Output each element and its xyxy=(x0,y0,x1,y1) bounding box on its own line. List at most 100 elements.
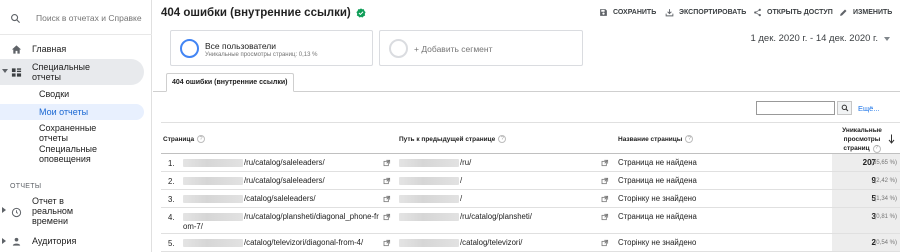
metric-percent: (1,34 %) xyxy=(874,196,897,202)
table-row[interactable]: 4. /ru/catalog/plansheti/diagonal_phone-… xyxy=(161,208,900,234)
metric-cell: 9 (2,42 %) xyxy=(832,172,900,189)
person-icon xyxy=(10,235,22,247)
sidebar-item-label: Специальные отчеты xyxy=(32,62,90,82)
table-row[interactable]: 3. /catalog/saleleaders/ / Сторінку не з… xyxy=(161,190,900,208)
search-placeholder: Поиск в отчетах и Справке xyxy=(36,13,142,23)
segment-title: Все пользователи xyxy=(205,41,276,51)
redacted-domain xyxy=(183,239,243,247)
chevron-down-icon xyxy=(884,36,890,41)
external-link-icon[interactable] xyxy=(383,239,391,247)
prev-page-path[interactable]: / xyxy=(460,194,462,203)
external-link-icon[interactable] xyxy=(383,213,391,221)
segment-all-users[interactable]: Все пользователи Уникальные просмотры ст… xyxy=(170,30,373,66)
search-icon xyxy=(841,99,849,117)
page-path[interactable]: /ru/catalog/plansheti/diagonal_phone-fr xyxy=(244,212,379,221)
sort-desc-icon[interactable] xyxy=(888,131,895,149)
sidebar-sub-label: Специальные оповещения xyxy=(39,144,97,164)
prev-page-path[interactable]: /ru/ xyxy=(460,158,471,167)
page-title-text: 404 ошибки (внутренние ссылки) xyxy=(161,7,351,19)
col-header-label: страниц xyxy=(843,145,870,152)
search-icon xyxy=(8,11,22,25)
metric-cell: 5 (1,34 %) xyxy=(832,190,900,207)
external-link-icon[interactable] xyxy=(383,159,391,167)
table-row[interactable]: 2. /ru/catalog/saleleaders/ / Страница н… xyxy=(161,172,900,190)
col-header-unique-views[interactable]: Уникальные просмотры страниц? xyxy=(841,126,883,153)
help-icon[interactable]: ? xyxy=(872,144,881,153)
more-link[interactable]: Ещё... xyxy=(858,104,880,113)
save-label: СОХРАНИТЬ xyxy=(613,9,657,16)
date-range-label: 1 дек. 2020 г. - 14 дек. 2020 г. xyxy=(750,33,878,44)
share-button[interactable]: ОТКРЫТЬ ДОСТУП xyxy=(753,8,833,17)
custom-reports-icon xyxy=(10,66,22,78)
chevron-right-icon xyxy=(2,238,6,244)
sidebar-item-custom-reports[interactable]: Специальные отчеты xyxy=(0,59,144,85)
metric-percent: (0,54 %) xyxy=(874,240,897,246)
page-path[interactable]: /catalog/televizori/diagonal-from-4/ xyxy=(244,238,363,247)
prev-page-path[interactable]: /catalog/televizori/ xyxy=(460,238,522,247)
sidebar-sub-my-reports[interactable]: Мои отчеты xyxy=(0,104,144,120)
external-link-icon[interactable] xyxy=(383,177,391,185)
external-link-icon[interactable] xyxy=(383,195,391,203)
external-link-icon[interactable] xyxy=(601,195,609,203)
external-link-icon[interactable] xyxy=(601,177,609,185)
page-path[interactable]: /ru/catalog/saleleaders/ xyxy=(244,176,325,185)
page-path[interactable]: /catalog/saleleaders/ xyxy=(244,194,316,203)
save-icon xyxy=(599,8,608,17)
export-button[interactable]: ЭКСПОРТИРОВАТЬ xyxy=(665,8,746,17)
redacted-domain xyxy=(399,239,459,247)
sidebar-sub-label: Сохраненные отчеты xyxy=(39,123,97,143)
table-search-button[interactable] xyxy=(837,101,852,115)
redacted-domain xyxy=(183,159,243,167)
edit-label: ИЗМЕНИТЬ xyxy=(853,9,893,16)
redacted-domain xyxy=(183,213,243,221)
metric-percent: (0,81 %) xyxy=(874,214,897,220)
share-icon xyxy=(753,8,762,17)
page-title-cell: Страница не найдена xyxy=(618,158,697,167)
pencil-icon xyxy=(839,8,848,17)
help-icon[interactable]: ? xyxy=(685,135,694,143)
row-number: 4. xyxy=(168,213,175,222)
main-content: 404 ошибки (внутренние ссылки) СОХРАНИТЬ… xyxy=(153,0,900,252)
external-link-icon[interactable] xyxy=(601,213,609,221)
table-row[interactable]: 5. /catalog/televizori/diagonal-from-4/ … xyxy=(161,234,900,252)
table-row[interactable]: 1. /ru/catalog/saleleaders/ /ru/ Страниц… xyxy=(161,154,900,172)
sidebar-item-label: Аудитория xyxy=(32,236,77,246)
prev-page-path[interactable]: /ru/catalog/plansheti/ xyxy=(460,212,532,221)
help-icon[interactable]: ? xyxy=(498,135,507,143)
save-button[interactable]: СОХРАНИТЬ xyxy=(599,8,656,17)
tab-report[interactable]: 404 ошибки (внутренние ссылки) xyxy=(166,73,294,92)
help-icon[interactable]: ? xyxy=(197,135,206,143)
col-header-label: просмотры xyxy=(843,136,881,143)
col-header-page[interactable]: Страница? xyxy=(163,135,206,143)
analytics-app: Поиск в отчетах и Справке Главная Специа… xyxy=(0,0,900,252)
sidebar-sub-saved-reports[interactable]: Сохраненные отчеты xyxy=(0,123,144,143)
table-search-input[interactable] xyxy=(756,101,835,115)
row-number: 5. xyxy=(168,239,175,248)
external-link-icon[interactable] xyxy=(601,159,609,167)
redacted-domain xyxy=(183,177,243,185)
sidebar-sub-summaries[interactable]: Сводки xyxy=(0,88,144,100)
sidebar-item-home[interactable]: Главная xyxy=(0,42,150,56)
prev-page-path[interactable]: / xyxy=(460,176,462,185)
sidebar-item-realtime[interactable]: Отчет в реальном времени xyxy=(0,196,150,230)
segment-circle-icon xyxy=(389,39,408,58)
metric-cell: 2 (0,54 %) xyxy=(832,234,900,251)
sidebar: Поиск в отчетах и Справке Главная Специа… xyxy=(0,0,152,252)
date-range-picker[interactable]: 1 дек. 2020 г. - 14 дек. 2020 г. xyxy=(750,33,890,44)
clock-icon xyxy=(10,206,22,218)
edit-button[interactable]: ИЗМЕНИТЬ xyxy=(839,8,892,17)
col-header-page-title[interactable]: Название страницы? xyxy=(618,135,694,143)
col-header-label: Путь к предыдущей странице xyxy=(399,135,496,143)
add-segment-button[interactable]: + Добавить сегмент xyxy=(379,30,583,66)
col-header-label: Уникальные xyxy=(842,127,882,134)
page-title-cell: Страница не найдена xyxy=(618,212,697,221)
sidebar-search[interactable]: Поиск в отчетах и Справке xyxy=(8,10,148,26)
page-path[interactable]: /ru/catalog/saleleaders/ xyxy=(244,158,325,167)
chevron-down-icon xyxy=(2,69,8,73)
sidebar-item-audience[interactable]: Аудитория xyxy=(0,235,150,249)
table-header: Страница? Путь к предыдущей странице? На… xyxy=(161,122,900,154)
col-header-prev-path[interactable]: Путь к предыдущей странице? xyxy=(399,135,507,143)
external-link-icon[interactable] xyxy=(601,239,609,247)
page-path-wrap[interactable]: om-7/ xyxy=(183,222,203,231)
sidebar-sub-custom-alerts[interactable]: Специальные оповещения xyxy=(0,144,144,164)
